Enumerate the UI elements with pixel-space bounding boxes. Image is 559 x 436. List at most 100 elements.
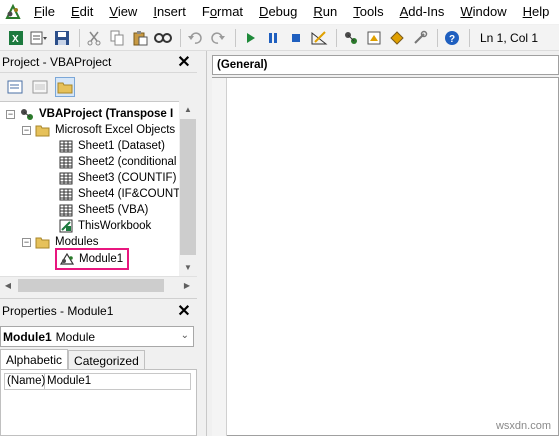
properties-icon[interactable] xyxy=(364,28,384,48)
view-object-icon[interactable] xyxy=(30,77,50,97)
worksheet-icon xyxy=(58,187,74,201)
workbook-icon xyxy=(58,219,74,233)
project-explorer-title-bar: Project - VBAProject ✕ xyxy=(0,51,197,73)
menu-run[interactable]: Run xyxy=(305,0,345,24)
vba-app-icon[interactable] xyxy=(0,0,26,24)
menu-help[interactable]: Help xyxy=(515,0,558,24)
undo-icon[interactable] xyxy=(185,28,205,48)
toolbar-separator xyxy=(469,28,470,47)
collapse-icon[interactable]: − xyxy=(6,109,15,119)
tree-node-thisworkbook-label: ThisWorkbook xyxy=(78,220,152,232)
menu-edit-label: dit xyxy=(79,4,94,19)
tree-node-sheet[interactable]: Sheet1 (Dataset) xyxy=(58,138,165,154)
tree-node-sheet-label: Sheet4 (IF&COUNTI xyxy=(78,188,179,200)
collapse-icon[interactable]: − xyxy=(22,125,31,135)
svg-text:?: ? xyxy=(449,34,455,45)
menu-tools-label: ools xyxy=(359,4,384,19)
menu-add-ins[interactable]: Add-Ins xyxy=(392,0,453,24)
project-explorer-icon[interactable] xyxy=(341,28,361,48)
menu-insert-label: nsert xyxy=(156,4,186,19)
tree-node-module1-label: Module1 xyxy=(79,253,124,265)
object-selector[interactable]: Module1 Module ⌄ xyxy=(0,326,194,347)
copy-icon[interactable] xyxy=(107,28,127,48)
tree-node-sheet[interactable]: Sheet4 (IF&COUNTI xyxy=(58,186,179,202)
tab-alphabetic[interactable]: Alphabetic xyxy=(0,349,69,370)
standard-toolbar: X ? Ln 1, Col 1 xyxy=(0,25,559,51)
tree-node-excel-objects[interactable]: − Microsoft Excel Objects xyxy=(22,122,175,138)
object-browser-icon[interactable] xyxy=(387,28,407,48)
cut-icon[interactable] xyxy=(84,28,104,48)
help-icon[interactable]: ? xyxy=(442,28,462,48)
vbaproject-icon xyxy=(19,107,35,121)
tree-node-sheet[interactable]: Sheet5 (VBA) xyxy=(58,202,148,218)
property-name: (Name) xyxy=(7,374,46,389)
toolbar-separator xyxy=(235,28,236,47)
project-explorer-close-button[interactable]: ✕ xyxy=(174,53,194,71)
menu-format-label-a: F xyxy=(201,4,210,19)
excel-icon[interactable]: X xyxy=(6,28,26,48)
project-tree-vertical-scrollbar[interactable]: ▲ ▼ xyxy=(179,101,197,276)
project-tree: − VBAProject (Transpose I − Microsoft Ex… xyxy=(0,101,179,276)
toolbar-separator xyxy=(180,28,181,47)
object-selector-name: Module1 xyxy=(3,329,52,344)
scroll-left-icon[interactable]: ◀ xyxy=(0,277,16,294)
project-tree-horizontal-scrollbar[interactable]: ◀ ▶ xyxy=(0,276,197,294)
project-explorer-title: Project - VBAProject xyxy=(2,54,112,69)
tree-node-module1[interactable]: Module1 xyxy=(55,248,130,270)
toolbar-separator xyxy=(79,28,80,47)
properties-grid: (Name) Module1 xyxy=(0,369,197,436)
tab-categorized[interactable]: Categorized xyxy=(68,350,145,370)
tree-node-sheet-label: Sheet1 (Dataset) xyxy=(78,140,165,152)
property-row-name[interactable]: (Name) Module1 xyxy=(4,373,191,390)
tree-node-sheet-label: Sheet3 (COUNTIF) xyxy=(78,172,177,184)
design-mode-icon[interactable] xyxy=(309,28,329,48)
tree-node-vbaproject[interactable]: − VBAProject (Transpose I xyxy=(6,106,173,122)
tree-node-thisworkbook[interactable]: ThisWorkbook xyxy=(58,218,151,234)
scroll-down-icon[interactable]: ▼ xyxy=(179,259,197,276)
scroll-thumb[interactable] xyxy=(18,279,164,292)
menu-view[interactable]: View xyxy=(101,0,145,24)
worksheet-icon xyxy=(58,203,74,217)
object-dropdown[interactable]: (General) xyxy=(212,55,559,75)
view-code-icon[interactable] xyxy=(5,77,25,97)
tree-node-excel-objects-label: Microsoft Excel Objects xyxy=(55,124,176,136)
break-icon[interactable] xyxy=(263,28,283,48)
toolbox-icon[interactable] xyxy=(410,28,430,48)
property-value[interactable]: Module1 xyxy=(45,374,91,389)
menu-format[interactable]: Format xyxy=(194,0,251,24)
menu-file[interactable]: File xyxy=(26,0,63,24)
tree-node-sheet[interactable]: Sheet3 (COUNTIF) xyxy=(58,170,176,186)
redo-icon[interactable] xyxy=(208,28,228,48)
menu-window[interactable]: Window xyxy=(452,0,514,24)
menu-insert[interactable]: Insert xyxy=(145,0,194,24)
reset-icon[interactable] xyxy=(286,28,306,48)
scroll-thumb[interactable] xyxy=(180,119,196,255)
save-icon[interactable] xyxy=(52,28,72,48)
properties-close-button[interactable]: ✕ xyxy=(174,302,194,320)
run-icon[interactable] xyxy=(240,28,260,48)
menu-window-label: indow xyxy=(472,4,507,19)
svg-text:X: X xyxy=(12,34,19,45)
project-explorer-toolbar xyxy=(0,73,197,101)
find-icon[interactable] xyxy=(153,28,173,48)
menu-format-label-b: rmat xyxy=(217,4,244,19)
menu-debug[interactable]: Debug xyxy=(251,0,305,24)
tree-node-sheet[interactable]: Sheet2 (conditional f xyxy=(58,154,179,170)
paste-icon[interactable] xyxy=(130,28,150,48)
toggle-folders-icon[interactable] xyxy=(55,77,75,97)
module-icon xyxy=(59,252,75,266)
tree-node-vbaproject-label: VBAProject (Transpose I xyxy=(39,108,174,120)
menu-view-label: iew xyxy=(117,4,138,19)
code-margin-indicator-bar[interactable] xyxy=(212,78,227,436)
scroll-up-icon[interactable]: ▲ xyxy=(179,101,197,118)
menu-edit[interactable]: Edit xyxy=(63,0,101,24)
menu-add-ins-label: dd-Ins xyxy=(408,4,445,19)
scroll-right-icon[interactable]: ▶ xyxy=(179,277,195,294)
tree-node-sheet-label: Sheet5 (VBA) xyxy=(78,204,149,216)
menu-bar: File Edit View Insert Format Debug Run T… xyxy=(0,0,559,24)
insert-module-icon[interactable] xyxy=(29,28,49,48)
menu-tools[interactable]: Tools xyxy=(345,0,391,24)
chevron-down-icon[interactable]: ⌄ xyxy=(181,330,189,341)
code-editor[interactable] xyxy=(212,77,559,436)
collapse-icon[interactable]: − xyxy=(22,237,31,247)
